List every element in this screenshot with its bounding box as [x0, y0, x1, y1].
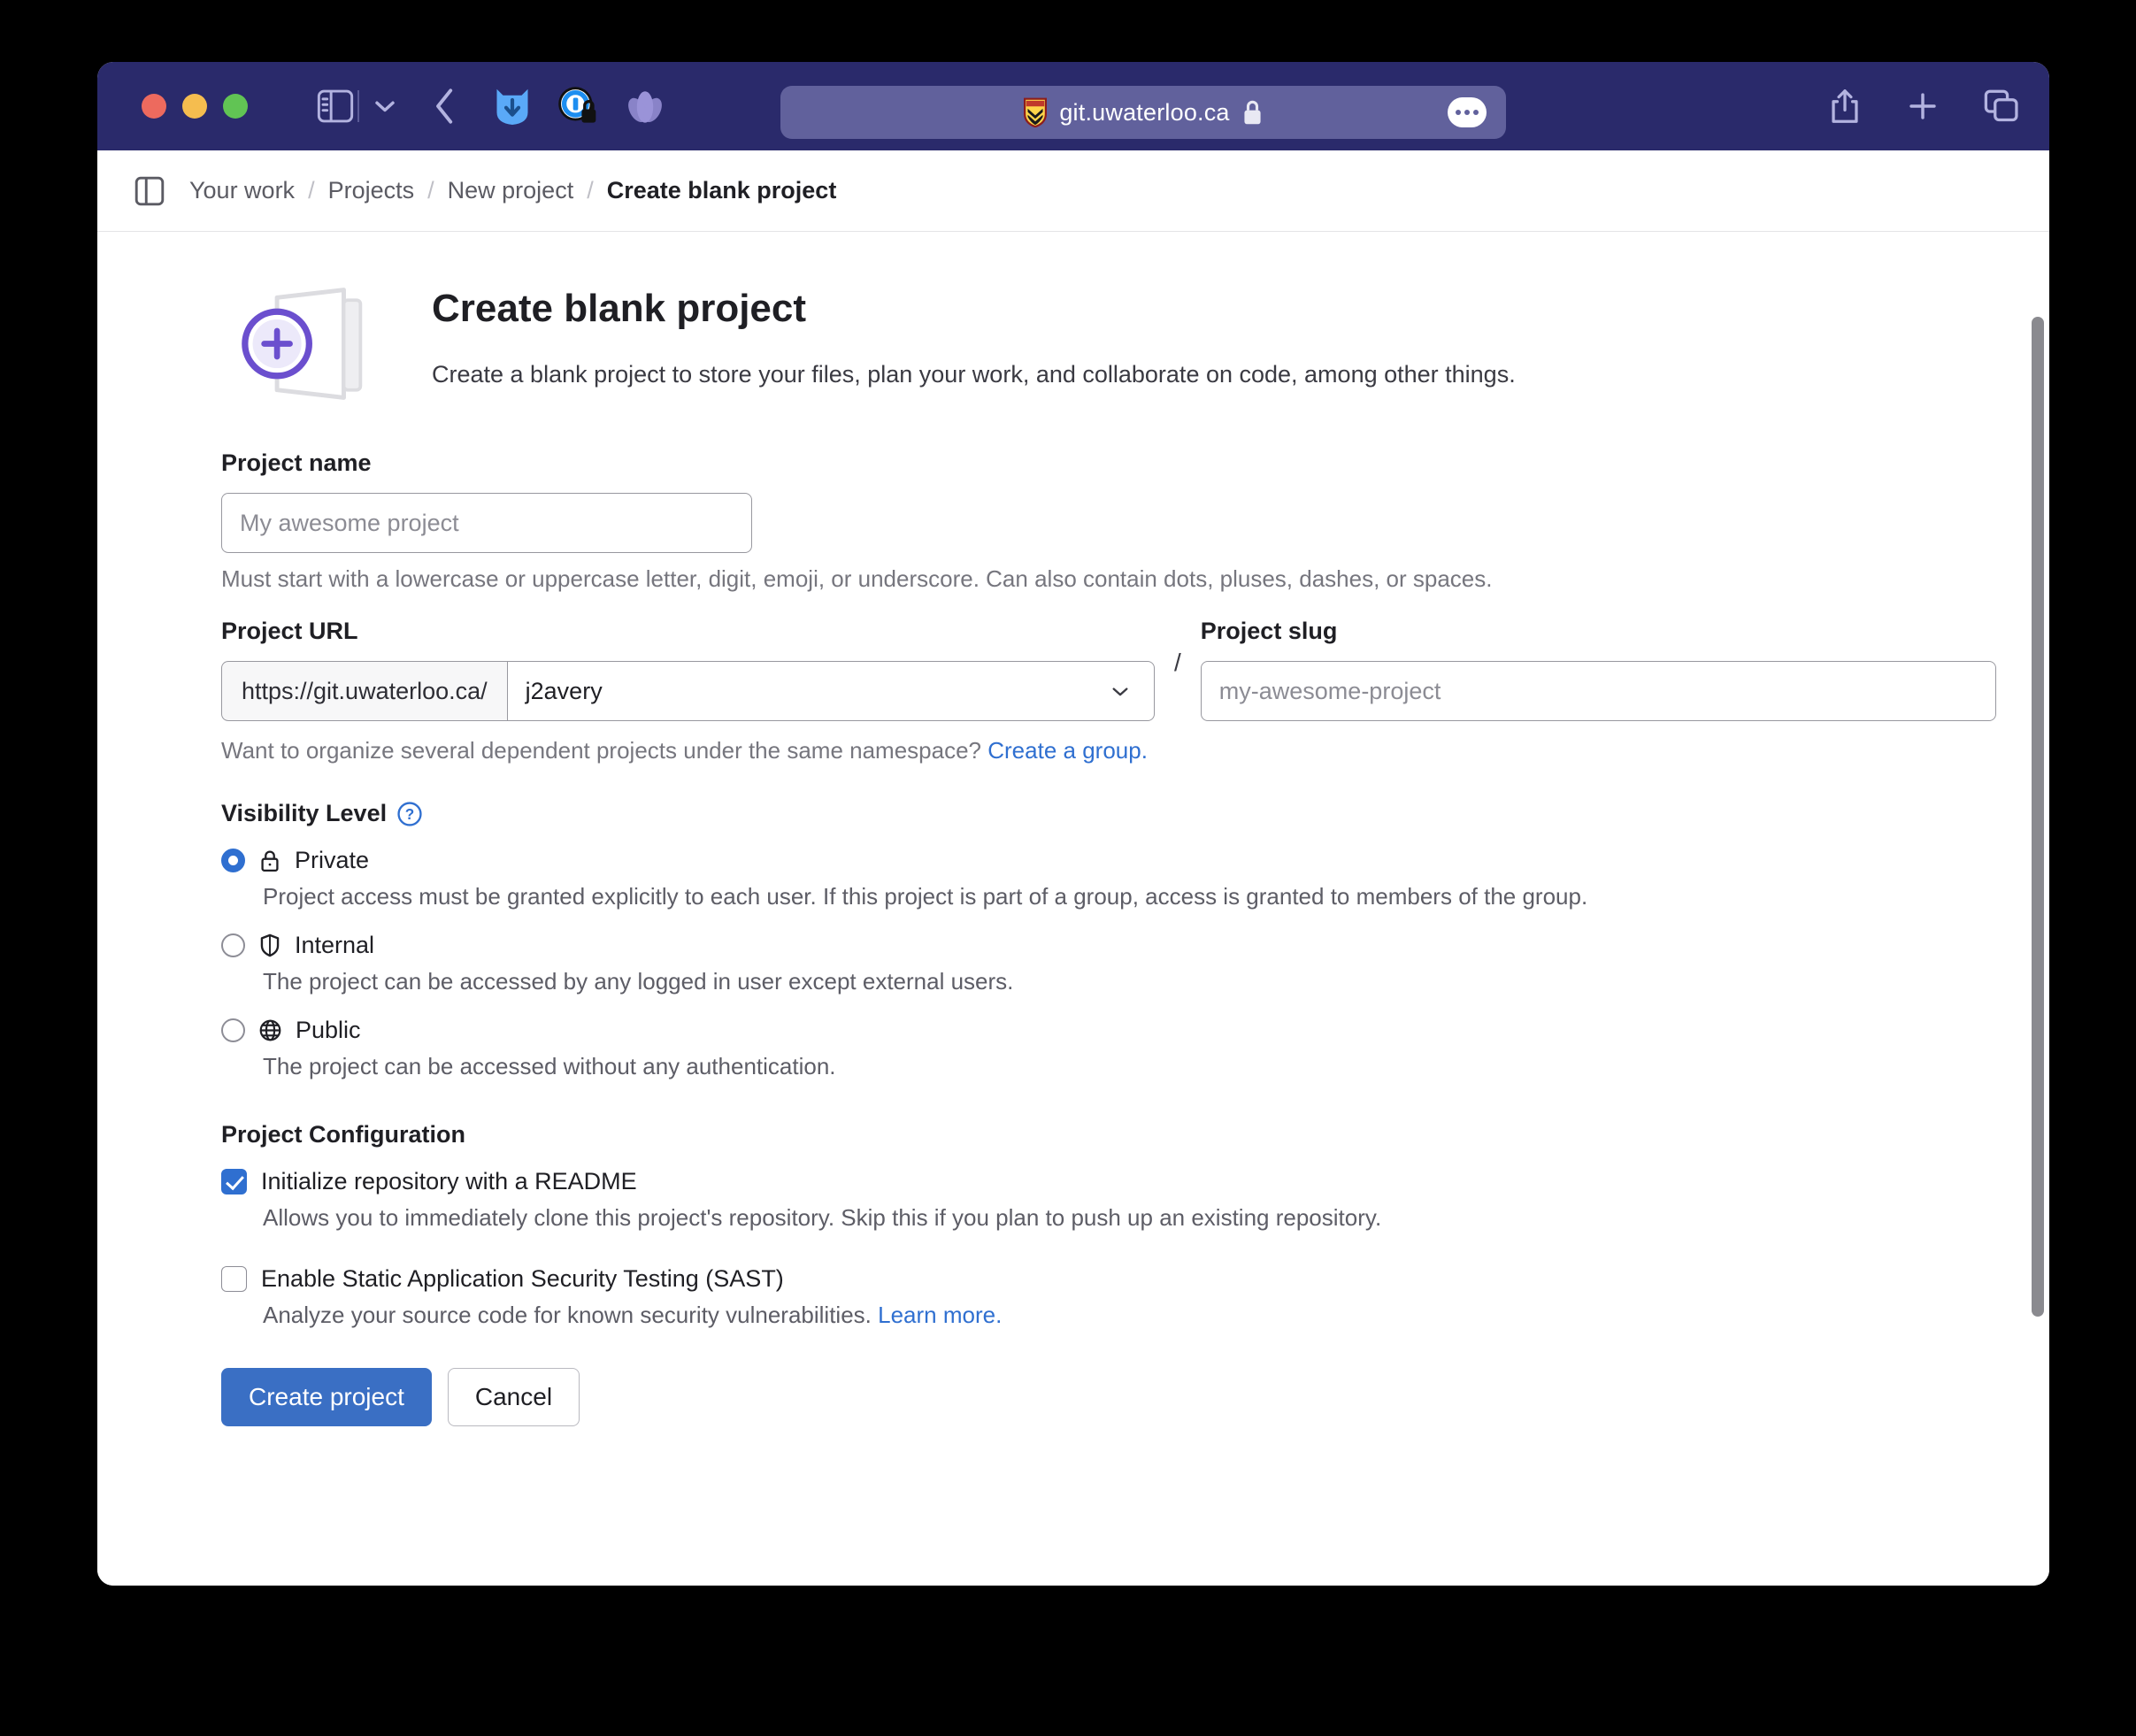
breadcrumb-item-projects[interactable]: Projects	[328, 177, 415, 204]
visibility-level-heading: Visibility Level ?	[221, 800, 1996, 827]
project-slug-placeholder: my-awesome-project	[1218, 677, 1441, 704]
cancel-button[interactable]: Cancel	[447, 1368, 580, 1426]
project-slug-label: Project slug	[1200, 618, 1338, 644]
project-url-label: Project URL	[221, 618, 358, 644]
flower-extension-icon[interactable]	[625, 86, 665, 127]
form-actions: Create project Cancel	[221, 1368, 1996, 1426]
svg-text:?: ?	[405, 806, 414, 823]
namespace-help-text: Want to organize several dependent proje…	[221, 737, 982, 764]
breadcrumb-separator: /	[308, 177, 315, 204]
project-url-group: https://git.uwaterloo.ca/ j2avery	[221, 661, 1155, 721]
question-circle-icon[interactable]: ?	[397, 801, 422, 826]
project-name-placeholder: My awesome project	[240, 509, 459, 536]
readme-label: Initialize repository with a README	[261, 1168, 637, 1194]
project-slug-input[interactable]: my-awesome-project	[1200, 661, 1996, 721]
visibility-label-private: Private	[295, 847, 370, 873]
visibility-radio-internal[interactable]	[221, 933, 245, 957]
globe-icon	[259, 1019, 281, 1041]
new-tab-icon[interactable]	[1906, 89, 1940, 123]
new-project-folder-plus-icon	[234, 280, 385, 412]
namespace-help: Want to organize several dependent proje…	[221, 737, 1996, 764]
breadcrumb-separator: /	[427, 177, 434, 204]
project-name-label: Project name	[221, 449, 372, 476]
visibility-option-internal[interactable]: Internal The project can be accessed by …	[221, 932, 1996, 995]
uwaterloo-shield-icon	[1023, 97, 1048, 127]
sast-checkbox[interactable]	[221, 1266, 247, 1292]
address-bar-url: git.uwaterloo.ca	[1059, 98, 1230, 126]
project-name-input[interactable]: My awesome project	[221, 493, 752, 553]
chevron-down-icon	[1110, 678, 1131, 705]
close-window-button[interactable]	[142, 94, 166, 119]
project-configuration-heading: Project Configuration	[221, 1121, 1996, 1148]
visibility-desc-internal: The project can be accessed by any logge…	[263, 968, 1014, 995]
lock-icon	[259, 849, 280, 872]
visibility-radio-public[interactable]	[221, 1018, 245, 1042]
toolbar-divider	[357, 90, 359, 122]
shield-icon	[259, 933, 280, 957]
visibility-option-private[interactable]: Private Project access must be granted e…	[221, 847, 1996, 910]
page-menu-icon[interactable]	[1448, 97, 1487, 127]
create-project-button[interactable]: Create project	[221, 1368, 432, 1426]
project-url-prefix: https://git.uwaterloo.ca/	[221, 661, 507, 721]
breadcrumb-separator: /	[587, 177, 594, 204]
toolbar-right-actions	[1828, 62, 2019, 150]
url-slug-separator: /	[1174, 648, 1181, 676]
privacy-extension-icon[interactable]	[557, 86, 598, 127]
breadcrumb-bar: Your work / Projects / New project / Cre…	[97, 150, 2049, 232]
visibility-desc-public: The project can be accessed without any …	[263, 1053, 836, 1079]
readme-description: Allows you to immediately clone this pro…	[263, 1204, 1382, 1231]
breadcrumb-item-create-blank-project: Create blank project	[606, 177, 837, 204]
visibility-radio-private[interactable]	[221, 849, 245, 872]
maximize-window-button[interactable]	[223, 94, 248, 119]
page-header: Create blank project Create a blank proj…	[97, 274, 2049, 412]
config-option-sast[interactable]: Enable Static Application Security Testi…	[221, 1265, 1996, 1329]
browser-window: git.uwaterloo.ca Your work / Projects / …	[97, 62, 2049, 1586]
visibility-label-public: Public	[296, 1017, 361, 1043]
sidebar-toggle-icon[interactable]	[317, 89, 354, 123]
project-namespace-value: j2avery	[525, 677, 603, 704]
video-downloader-extension-icon[interactable]	[494, 86, 531, 127]
lock-icon	[1241, 99, 1264, 126]
visibility-option-public[interactable]: Public The project can be accessed witho…	[221, 1017, 1996, 1080]
page-subtitle: Create a blank project to store your fil…	[432, 361, 1516, 388]
window-traffic-lights	[142, 94, 248, 119]
breadcrumb-item-new-project[interactable]: New project	[448, 177, 574, 204]
page-title: Create blank project	[432, 287, 807, 330]
readme-checkbox[interactable]	[221, 1169, 247, 1194]
create-a-group-link[interactable]: Create a group.	[987, 737, 1148, 764]
sast-learn-more-link[interactable]: Learn more.	[878, 1302, 1002, 1328]
back-icon[interactable]	[432, 86, 458, 127]
sast-description: Analyze your source code for known secur…	[263, 1302, 1996, 1329]
sast-description-text: Analyze your source code for known secur…	[263, 1302, 872, 1328]
breadcrumb-item-your-work[interactable]: Your work	[189, 177, 295, 204]
page-scrollbar[interactable]	[2032, 317, 2044, 1317]
browser-toolbar: git.uwaterloo.ca	[97, 62, 2049, 150]
tab-overview-icon[interactable]	[1984, 89, 2019, 123]
project-name-help: Must start with a lowercase or uppercase…	[221, 565, 1493, 592]
project-namespace-select[interactable]: j2avery	[506, 661, 1155, 721]
breadcrumb: Your work / Projects / New project / Cre…	[189, 177, 836, 204]
sidebar-panel-icon[interactable]	[134, 176, 165, 206]
visibility-desc-private: Project access must be granted explicitl…	[263, 883, 1588, 910]
share-icon[interactable]	[1828, 88, 1862, 125]
chevron-down-icon[interactable]	[372, 96, 398, 116]
config-option-readme[interactable]: Initialize repository with a README Allo…	[221, 1168, 1996, 1232]
create-project-form: Project name My awesome project Must sta…	[97, 449, 2049, 1426]
address-bar[interactable]: git.uwaterloo.ca	[780, 86, 1506, 139]
sast-label: Enable Static Application Security Testi…	[261, 1265, 784, 1292]
project-configuration-label: Project Configuration	[221, 1121, 465, 1148]
visibility-level-label: Visibility Level	[221, 800, 388, 826]
minimize-window-button[interactable]	[182, 94, 207, 119]
page-body: Create blank project Create a blank proj…	[97, 232, 2049, 1586]
visibility-label-internal: Internal	[295, 932, 375, 958]
